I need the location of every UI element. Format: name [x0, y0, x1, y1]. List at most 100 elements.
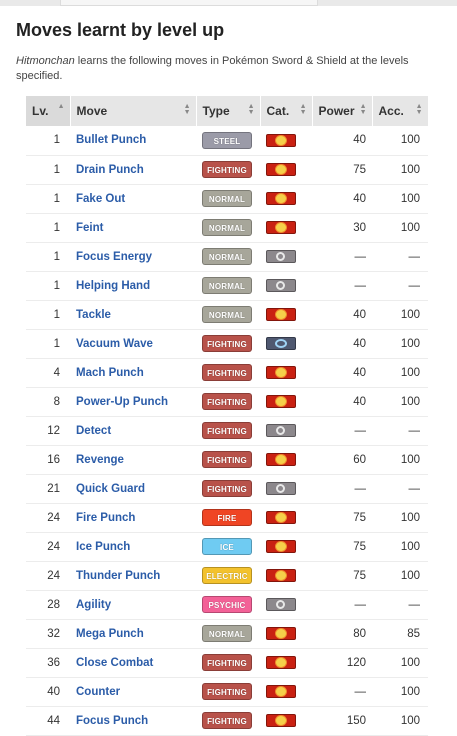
- move-accuracy: 100: [372, 677, 428, 707]
- type-badge[interactable]: Normal: [202, 248, 252, 265]
- type-badge[interactable]: Fighting: [202, 161, 252, 178]
- move-power: 40: [312, 358, 372, 388]
- move-name-link[interactable]: Counter: [70, 677, 196, 707]
- move-name-link[interactable]: Bullet Punch: [70, 126, 196, 156]
- move-category-cell: [260, 648, 312, 678]
- move-category-cell: [260, 532, 312, 562]
- status-category-icon: [266, 279, 296, 292]
- physical-category-icon: [266, 192, 296, 205]
- sort-arrows-icon: ▲ ▼: [183, 103, 191, 116]
- table-row: 1 Fake Out Normal 40 100: [26, 184, 428, 214]
- move-category-cell: [260, 329, 312, 359]
- physical-category-icon: [266, 308, 296, 321]
- column-header-type[interactable]: Type ▲ ▼: [196, 96, 261, 126]
- type-badge[interactable]: Electric: [202, 567, 252, 584]
- section-heading: Moves learnt by level up: [16, 20, 225, 40]
- type-badge[interactable]: Normal: [202, 625, 252, 642]
- move-name-link[interactable]: Detect: [70, 416, 196, 446]
- move-name-link[interactable]: Helping Hand: [70, 271, 196, 301]
- move-category-cell: [260, 358, 312, 388]
- move-name-link[interactable]: Fire Punch: [70, 503, 196, 533]
- move-accuracy: —: [372, 416, 428, 446]
- column-header-accuracy[interactable]: Acc. ▲ ▼: [372, 96, 429, 126]
- table-row: 12 Detect Fighting — —: [26, 416, 428, 446]
- move-type-cell: Fighting: [196, 416, 260, 446]
- move-power: 75: [312, 503, 372, 533]
- type-badge[interactable]: Fighting: [202, 480, 252, 497]
- column-header-level[interactable]: Lv. ▲: [26, 96, 71, 126]
- move-level: 28: [26, 590, 70, 620]
- move-name-link[interactable]: Focus Punch: [70, 706, 196, 736]
- status-category-icon: [266, 598, 296, 611]
- move-name-link[interactable]: Vacuum Wave: [70, 329, 196, 359]
- type-badge[interactable]: Fighting: [202, 654, 252, 671]
- type-badge[interactable]: Normal: [202, 277, 252, 294]
- move-power: —: [312, 242, 372, 272]
- move-accuracy: 100: [372, 503, 428, 533]
- move-accuracy: 100: [372, 358, 428, 388]
- move-name-link[interactable]: Drain Punch: [70, 155, 196, 185]
- table-row: 24 Ice Punch Ice 75 100: [26, 532, 428, 562]
- type-badge[interactable]: Normal: [202, 306, 252, 323]
- sort-arrow-icon: ▲: [57, 103, 65, 110]
- table-row: 32 Mega Punch Normal 80 85: [26, 619, 428, 649]
- pokemon-name: Hitmonchan: [16, 55, 75, 67]
- type-badge[interactable]: Fighting: [202, 393, 252, 410]
- table-row: 44 Focus Punch Fighting 150 100: [26, 706, 428, 736]
- move-name-link[interactable]: Focus Energy: [70, 242, 196, 272]
- move-name-link[interactable]: Fake Out: [70, 184, 196, 214]
- type-badge[interactable]: Fighting: [202, 683, 252, 700]
- moves-table-body: 1 Bullet Punch Steel 40 100 1 Drain Punch Fight…: [26, 126, 428, 736]
- physical-category-icon: [266, 685, 296, 698]
- status-category-icon: [266, 250, 296, 263]
- move-name-link[interactable]: Mach Punch: [70, 358, 196, 388]
- type-badge[interactable]: Psychic: [202, 596, 252, 613]
- move-category-cell: [260, 242, 312, 272]
- type-badge[interactable]: Normal: [202, 219, 252, 236]
- physical-category-icon: [266, 627, 296, 640]
- column-header-category[interactable]: Cat. ▲ ▼: [260, 96, 313, 126]
- move-category-cell: [260, 184, 312, 214]
- move-category-cell: [260, 619, 312, 649]
- move-category-cell: [260, 213, 312, 243]
- move-name-link[interactable]: Quick Guard: [70, 474, 196, 504]
- move-name-link[interactable]: Power-Up Punch: [70, 387, 196, 417]
- type-badge[interactable]: Fighting: [202, 335, 252, 352]
- move-category-cell: [260, 300, 312, 330]
- type-badge[interactable]: Ice: [202, 538, 252, 555]
- move-power: 40: [312, 126, 372, 156]
- table-row: 36 Close Combat Fighting 120 100: [26, 648, 428, 678]
- type-badge[interactable]: Fighting: [202, 712, 252, 729]
- type-badge[interactable]: Fighting: [202, 422, 252, 439]
- move-name-link[interactable]: Revenge: [70, 445, 196, 475]
- move-accuracy: —: [372, 590, 428, 620]
- type-badge[interactable]: Normal: [202, 190, 252, 207]
- move-name-link[interactable]: Agility: [70, 590, 196, 620]
- move-name-link[interactable]: Feint: [70, 213, 196, 243]
- move-name-link[interactable]: Ice Punch: [70, 532, 196, 562]
- move-level: 21: [26, 474, 70, 504]
- move-category-cell: [260, 590, 312, 620]
- physical-category-icon: [266, 540, 296, 553]
- column-header-move[interactable]: Move ▲ ▼: [70, 96, 197, 126]
- move-type-cell: Fighting: [196, 677, 260, 707]
- move-power: 40: [312, 329, 372, 359]
- move-name-link[interactable]: Close Combat: [70, 648, 196, 678]
- move-type-cell: Psychic: [196, 590, 260, 620]
- column-header-power[interactable]: Power ▲ ▼: [312, 96, 373, 126]
- move-type-cell: Normal: [196, 271, 260, 301]
- move-accuracy: 85: [372, 619, 428, 649]
- sort-arrows-icon: ▲ ▼: [415, 103, 423, 116]
- move-name-link[interactable]: Thunder Punch: [70, 561, 196, 591]
- move-name-link[interactable]: Tackle: [70, 300, 196, 330]
- table-row: 1 Focus Energy Normal — —: [26, 242, 428, 272]
- type-badge[interactable]: Fighting: [202, 364, 252, 381]
- top-border: [0, 0, 457, 6]
- move-type-cell: Electric: [196, 561, 260, 591]
- move-power: 30: [312, 213, 372, 243]
- move-name-link[interactable]: Mega Punch: [70, 619, 196, 649]
- type-badge[interactable]: Fighting: [202, 451, 252, 468]
- type-badge[interactable]: Fire: [202, 509, 252, 526]
- type-badge[interactable]: Steel: [202, 131, 252, 149]
- move-level: 24: [26, 503, 70, 533]
